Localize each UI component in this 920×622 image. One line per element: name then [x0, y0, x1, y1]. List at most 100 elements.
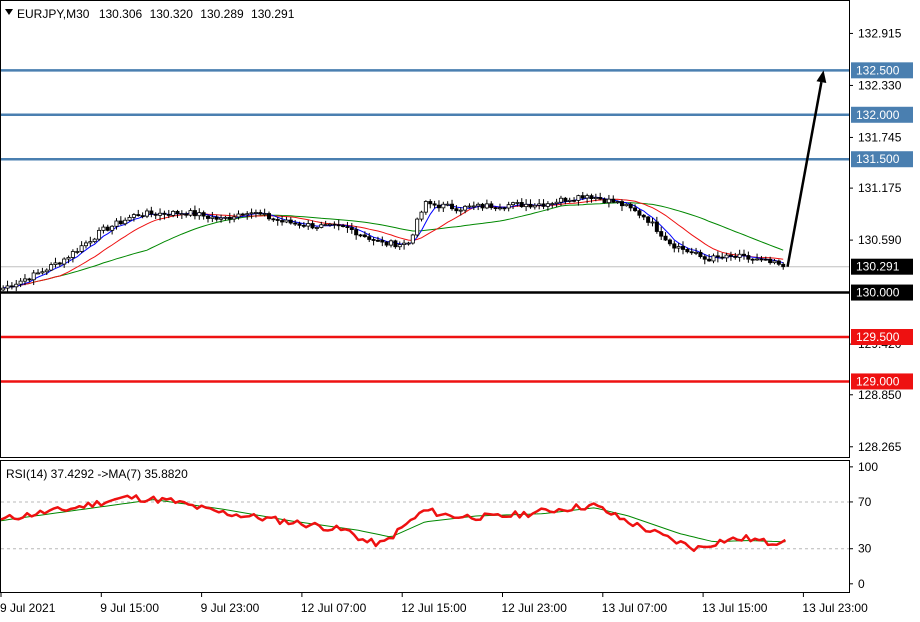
candle-body: [580, 195, 585, 199]
candle-body: [192, 210, 197, 217]
collapse-triangle-icon[interactable]: [5, 9, 13, 15]
candle-body: [88, 241, 93, 244]
candle-body: [763, 258, 768, 261]
candle-body: [384, 241, 389, 246]
candle-body: [742, 253, 747, 256]
candlesticks: [1, 191, 786, 292]
ma-fast-line: [3, 196, 784, 289]
candle-body: [293, 222, 298, 225]
candle-body: [18, 280, 23, 285]
candle-body: [162, 212, 167, 215]
rsi-line: [0, 494, 787, 553]
rsi-lines: [0, 494, 787, 553]
candle-body: [633, 207, 638, 212]
candle-body: [66, 257, 71, 260]
candle-body: [506, 204, 511, 209]
candle-body: [310, 223, 315, 229]
candle-body: [240, 213, 245, 216]
candle-body: [589, 195, 594, 200]
main-pane-frame: [0, 0, 850, 458]
candle-body: [53, 262, 58, 265]
level-tag-label: 129.000: [856, 374, 900, 388]
candle-body: [101, 226, 106, 231]
candle-body: [271, 218, 276, 221]
candle-body: [515, 202, 520, 204]
candle-body: [733, 255, 738, 258]
candle-body: [118, 220, 123, 225]
candle-body: [136, 214, 141, 217]
price-tick-label: 128.265: [858, 440, 902, 454]
candle-body: [759, 258, 764, 261]
price-tick-label: 132.330: [858, 78, 902, 92]
candle-body: [606, 198, 611, 204]
candle-body: [558, 197, 563, 203]
rsi-tick-label: 100: [858, 460, 878, 474]
candle-body: [362, 234, 367, 238]
candle-body: [654, 221, 659, 232]
candle-body: [436, 204, 441, 209]
candle-body: [227, 216, 232, 220]
candle-body: [341, 225, 346, 227]
candle-body: [724, 254, 729, 259]
candle-body: [179, 213, 184, 216]
candle-body: [49, 264, 54, 271]
candle-body: [611, 198, 616, 203]
candle-body: [410, 234, 415, 244]
candle-body: [672, 243, 677, 249]
candle-body: [489, 203, 494, 209]
time-tick-label: 9 Jul 15:00: [100, 601, 159, 615]
candle-body: [689, 251, 694, 254]
candle-body: [284, 219, 289, 223]
time-axis: 9 Jul 2021 9 Jul 15:00 9 Jul 23:00 12 Jul 0…: [0, 592, 868, 615]
candle-body: [454, 208, 459, 212]
arrow-shaft: [786, 81, 823, 268]
candle-body: [5, 285, 10, 289]
candle-body: [737, 253, 742, 258]
candle-body: [358, 234, 363, 237]
candle-body: [166, 214, 171, 216]
candle-body: [715, 255, 720, 258]
candle-body: [711, 255, 716, 262]
candle-body: [389, 240, 394, 246]
level-tag-label: 130.000: [856, 286, 900, 300]
candle-body: [650, 221, 655, 224]
candle-body: [541, 203, 546, 207]
candle-body: [288, 219, 293, 224]
candle-body: [144, 210, 149, 217]
candle-body: [75, 251, 80, 253]
candle-body: [676, 246, 681, 249]
candle-body: [14, 283, 19, 288]
candle-body: [275, 219, 280, 221]
candle-body: [781, 263, 786, 268]
rsi-tick-label: 30: [858, 542, 872, 556]
candle-body: [720, 256, 725, 259]
price-tick-label: 131.745: [858, 130, 902, 144]
candle-body: [57, 262, 62, 265]
candle-body: [210, 216, 215, 219]
candle-body: [772, 260, 777, 264]
rsi-axis: 100 70 30 0: [849, 460, 878, 591]
candle-body: [445, 203, 450, 206]
candle-body: [659, 231, 664, 237]
candle-body: [31, 272, 36, 281]
candle-body: [245, 213, 250, 216]
candle-body: [393, 240, 398, 248]
candle-body: [332, 223, 337, 226]
candle-body: [158, 212, 163, 216]
candle-body: [602, 198, 607, 204]
candle-body: [79, 245, 84, 252]
time-tick-label: 9 Jul 2021: [0, 601, 56, 615]
candle-body: [707, 258, 712, 262]
candle-body: [493, 207, 498, 210]
level-tag-label: 132.500: [856, 63, 900, 77]
candle-body: [9, 285, 14, 288]
candle-body: [223, 216, 228, 219]
candle-body: [319, 224, 324, 228]
candle-body: [201, 212, 206, 217]
candle-body: [92, 238, 97, 243]
candle-body: [615, 201, 620, 203]
candle-body: [524, 203, 529, 208]
candle-body: [171, 210, 176, 216]
candle-body: [471, 205, 476, 208]
time-tick-label: 12 Jul 15:00: [401, 601, 467, 615]
